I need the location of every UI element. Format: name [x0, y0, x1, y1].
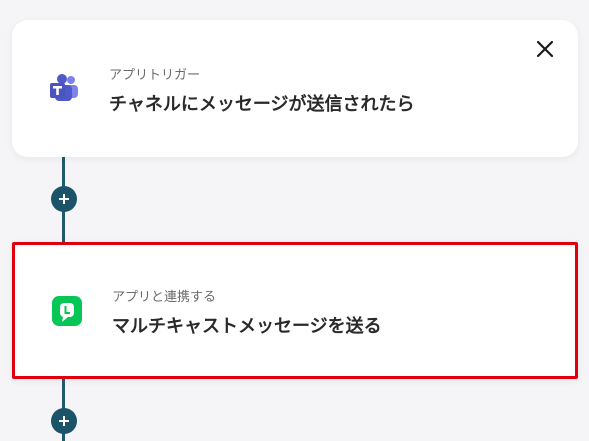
- close-button[interactable]: [534, 38, 556, 60]
- line-icon: [50, 294, 84, 328]
- step-type-label: アプリトリガー: [109, 68, 201, 83]
- microsoft-teams-icon: [47, 72, 81, 106]
- step-title: マルチキャストメッセージを送る: [112, 316, 382, 337]
- plus-icon: [59, 194, 69, 204]
- step-title: チャネルにメッセージが送信されたら: [109, 94, 415, 115]
- step-type-label: アプリと連携する: [112, 290, 217, 305]
- plus-icon: [59, 416, 69, 426]
- close-icon: [536, 40, 554, 58]
- trigger-step-card[interactable]: アプリトリガー チャネルにメッセージが送信されたら: [12, 20, 578, 157]
- action-step-card[interactable]: アプリと連携する マルチキャストメッセージを送る: [12, 242, 578, 379]
- add-step-button[interactable]: [51, 186, 77, 212]
- add-step-button[interactable]: [51, 408, 77, 434]
